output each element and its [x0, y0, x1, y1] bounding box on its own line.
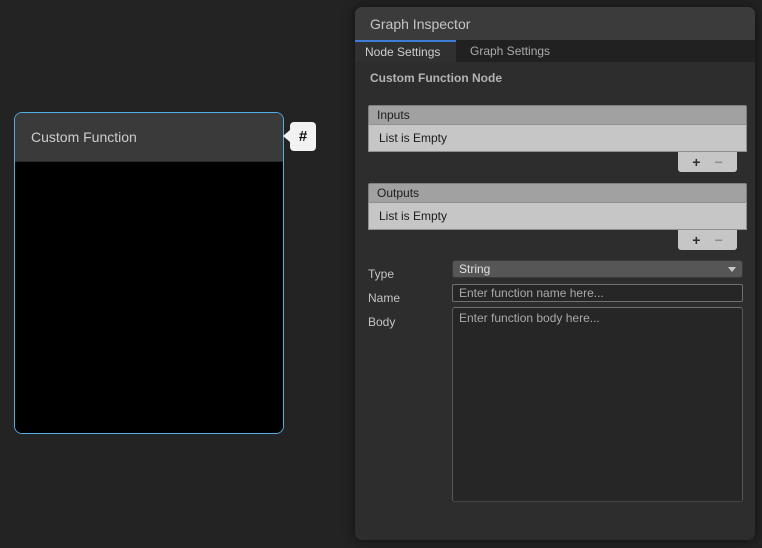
inputs-remove-button[interactable]: − [715, 152, 723, 172]
node-hash-badge[interactable]: # [290, 122, 316, 151]
outputs-list-empty-label: List is Empty [379, 209, 447, 223]
inspector-title: Graph Inspector [370, 16, 470, 32]
type-dropdown[interactable]: String [452, 260, 743, 278]
outputs-list: Outputs List is Empty + − [368, 183, 747, 230]
graph-inspector-panel: Graph Inspector Node Settings Graph Sett… [355, 7, 755, 540]
inputs-list-header-label: Inputs [377, 108, 410, 122]
node-title: Custom Function [31, 129, 137, 145]
function-name-input[interactable] [452, 284, 743, 302]
name-label: Name [368, 291, 400, 305]
inputs-list-header: Inputs [368, 105, 747, 124]
chevron-down-icon [728, 267, 736, 272]
outputs-remove-button[interactable]: − [715, 230, 723, 250]
inputs-list-empty-label: List is Empty [379, 131, 447, 145]
inputs-list: Inputs List is Empty + − [368, 105, 747, 152]
outputs-list-header: Outputs [368, 183, 747, 202]
inspector-titlebar[interactable]: Graph Inspector [355, 7, 755, 40]
inputs-list-empty-row: List is Empty [368, 124, 747, 152]
hash-icon: # [299, 128, 307, 145]
tab-graph-settings-label: Graph Settings [470, 44, 550, 58]
tab-node-settings-label: Node Settings [365, 45, 440, 59]
outputs-add-button[interactable]: + [692, 230, 700, 250]
outputs-list-footer: + − [678, 230, 737, 250]
badge-tail-icon [283, 130, 290, 142]
body-label: Body [368, 315, 395, 329]
outputs-list-empty-row: List is Empty [368, 202, 747, 230]
inspector-tab-bar: Node Settings Graph Settings [355, 40, 755, 62]
graph-canvas[interactable]: Custom Function # Graph Inspector Node S… [0, 0, 762, 548]
tab-graph-settings[interactable]: Graph Settings [456, 40, 564, 62]
tab-node-settings[interactable]: Node Settings [355, 40, 456, 62]
node-preview-body [15, 162, 283, 433]
type-dropdown-value: String [459, 262, 728, 276]
type-label: Type [368, 267, 394, 281]
inputs-add-button[interactable]: + [692, 152, 700, 172]
custom-function-node[interactable]: Custom Function [14, 112, 284, 434]
function-body-input[interactable] [452, 307, 743, 502]
node-header[interactable]: Custom Function [15, 113, 283, 162]
inputs-list-footer: + − [678, 152, 737, 172]
outputs-list-header-label: Outputs [377, 186, 419, 200]
node-settings-heading: Custom Function Node [370, 71, 502, 85]
